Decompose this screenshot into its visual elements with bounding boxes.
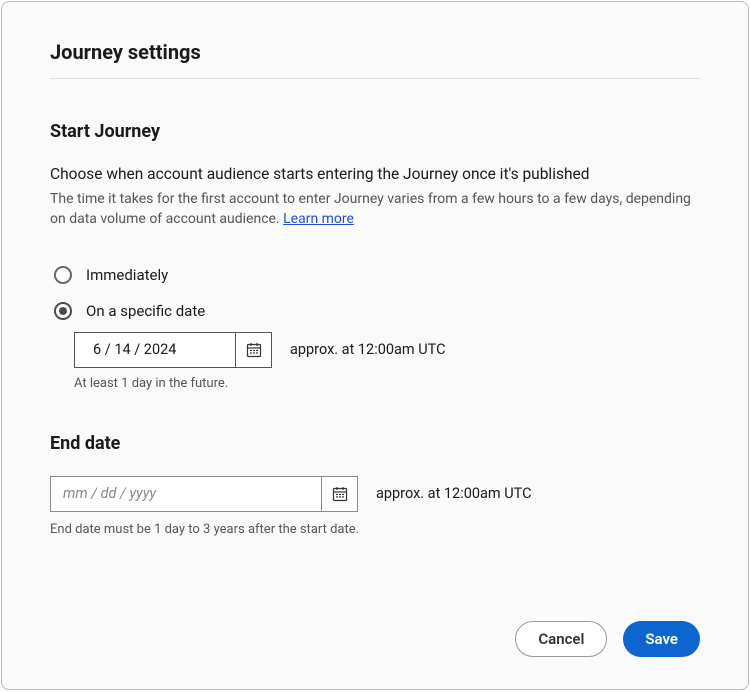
end-date-field (50, 476, 358, 512)
start-date-hint: At least 1 day in the future. (74, 376, 700, 391)
start-date-field (74, 332, 272, 368)
radio-label: Immediately (86, 266, 168, 284)
radio-label: On a specific date (86, 302, 205, 320)
calendar-icon (245, 341, 263, 359)
end-date-hint: End date must be 1 day to 3 years after … (50, 522, 700, 537)
start-date-input[interactable] (75, 333, 235, 367)
divider (50, 78, 700, 79)
dialog-title: Journey settings (50, 40, 700, 64)
start-description: Choose when account audience starts ente… (50, 164, 700, 185)
start-date-row: approx. at 12:00am UTC (74, 332, 700, 368)
end-date-section: End date (50, 433, 700, 537)
start-radio-group: Immediately On a specific date (50, 266, 700, 391)
end-date-heading: End date (50, 433, 700, 454)
radio-option-specific-date[interactable]: On a specific date (50, 302, 700, 320)
save-button[interactable]: Save (623, 621, 700, 657)
start-date-picker-button[interactable] (235, 333, 271, 367)
journey-settings-dialog: Journey settings Start Journey Choose wh… (1, 1, 749, 690)
radio-icon[interactable] (54, 266, 72, 284)
end-date-picker-button[interactable] (321, 477, 357, 511)
end-approx-label: approx. at 12:00am UTC (376, 485, 532, 502)
radio-icon[interactable] (54, 302, 72, 320)
subdesc-text: The time it takes for the first account … (50, 191, 691, 227)
end-date-row: approx. at 12:00am UTC (50, 476, 700, 512)
calendar-icon (331, 485, 349, 503)
dialog-footer: Cancel Save (515, 621, 700, 657)
end-date-input[interactable] (51, 477, 321, 511)
start-subdescription: The time it takes for the first account … (50, 189, 700, 230)
radio-option-immediately[interactable]: Immediately (50, 266, 700, 284)
start-approx-label: approx. at 12:00am UTC (290, 341, 446, 358)
start-journey-heading: Start Journey (50, 121, 700, 142)
learn-more-link[interactable]: Learn more (283, 211, 354, 227)
cancel-button[interactable]: Cancel (515, 621, 607, 657)
